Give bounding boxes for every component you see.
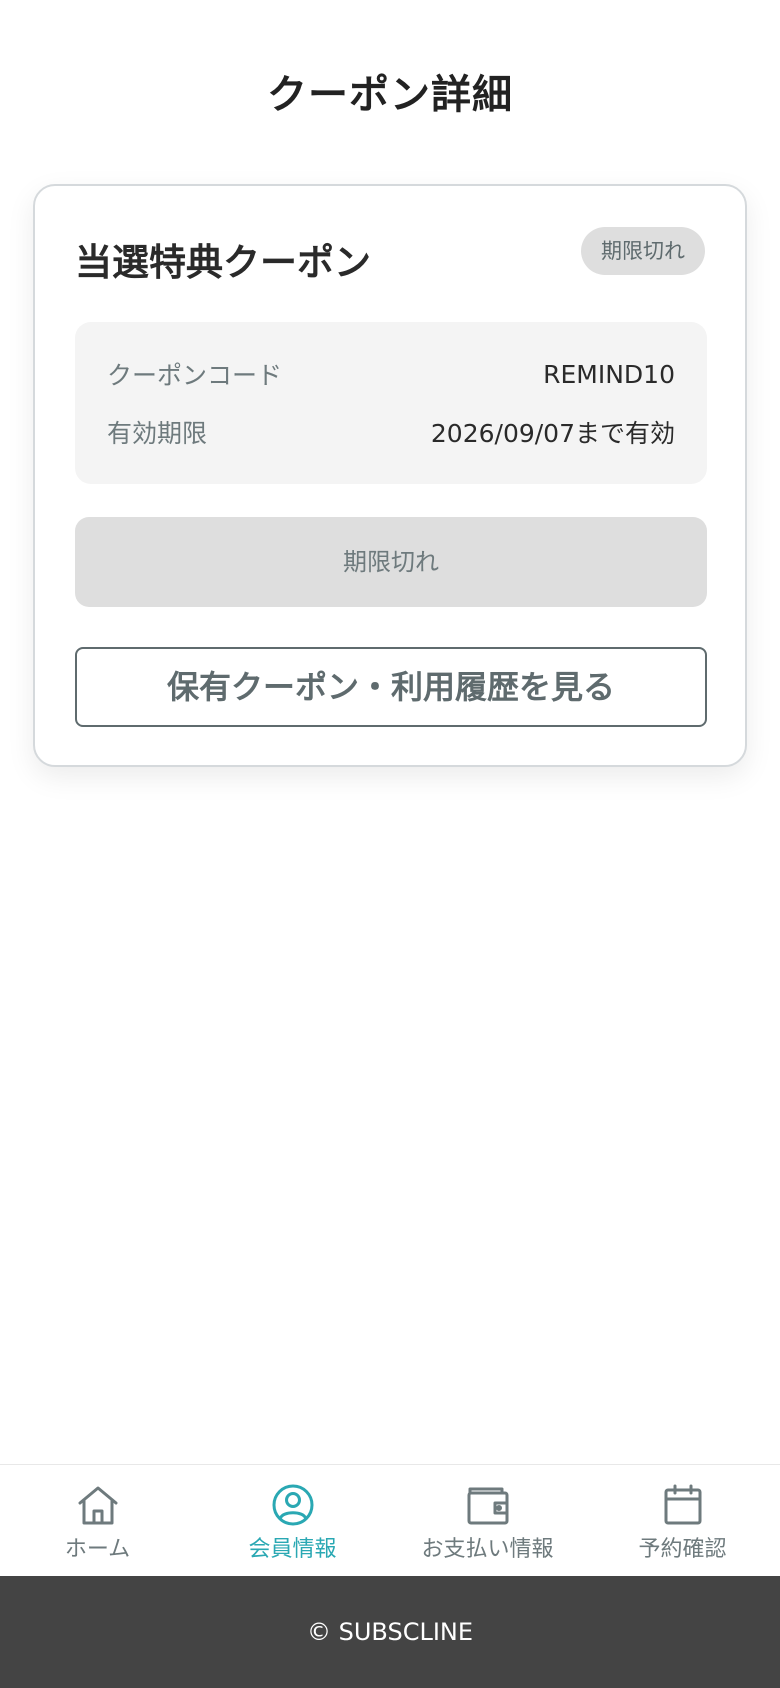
expired-button: 期限切れ (75, 517, 707, 607)
coupon-code-row: クーポンコード REMIND10 (107, 356, 675, 392)
home-icon (78, 1486, 117, 1525)
footer-copyright: © SUBSCLINE (306, 1618, 474, 1646)
nav-item-payment[interactable]: お支払い情報 (390, 1465, 585, 1576)
wallet-icon (467, 1487, 508, 1525)
status-badge: 期限切れ (581, 227, 705, 275)
coupon-code-label: クーポンコード (107, 361, 283, 390)
nav-label-home: ホーム (64, 1537, 131, 1562)
expiry-value: 2026/09/07まで有効 (430, 419, 675, 448)
user-circle-icon (272, 1484, 313, 1526)
nav-item-home[interactable]: ホーム (0, 1465, 195, 1576)
calendar-icon (664, 1484, 701, 1525)
nav-label-reservation: 予約確認 (638, 1537, 727, 1562)
expiry-row: 有効期限 2026/09/07まで有効 (107, 414, 675, 450)
coupon-detail-page: クーポン詳細 当選特典クーポン 期限切れ クーポンコード REMIND10 有効… (0, 0, 780, 1688)
expiry-label: 有効期限 (107, 419, 208, 448)
nav-item-member[interactable]: 会員情報 (195, 1465, 390, 1576)
coupon-card: 当選特典クーポン 期限切れ クーポンコード REMIND10 有効期限 2026… (33, 184, 747, 767)
coupon-history-button[interactable]: 保有クーポン・利用履歴を見る (75, 647, 707, 727)
bottom-nav: ホーム 会員情報 お支払い情報 予約確認 (0, 1464, 780, 1576)
coupon-info-box: クーポンコード REMIND10 有効期限 2026/09/07まで有効 (75, 322, 707, 484)
nav-label-payment: お支払い情報 (421, 1537, 554, 1562)
coupon-code-value: REMIND10 (543, 359, 675, 389)
nav-label-member: 会員情報 (248, 1537, 337, 1562)
coupon-title: 当選特典クーポン (75, 241, 371, 284)
footer: © SUBSCLINE (0, 1576, 780, 1688)
page-title: クーポン詳細 (267, 72, 513, 118)
nav-item-reservation[interactable]: 予約確認 (585, 1465, 780, 1576)
